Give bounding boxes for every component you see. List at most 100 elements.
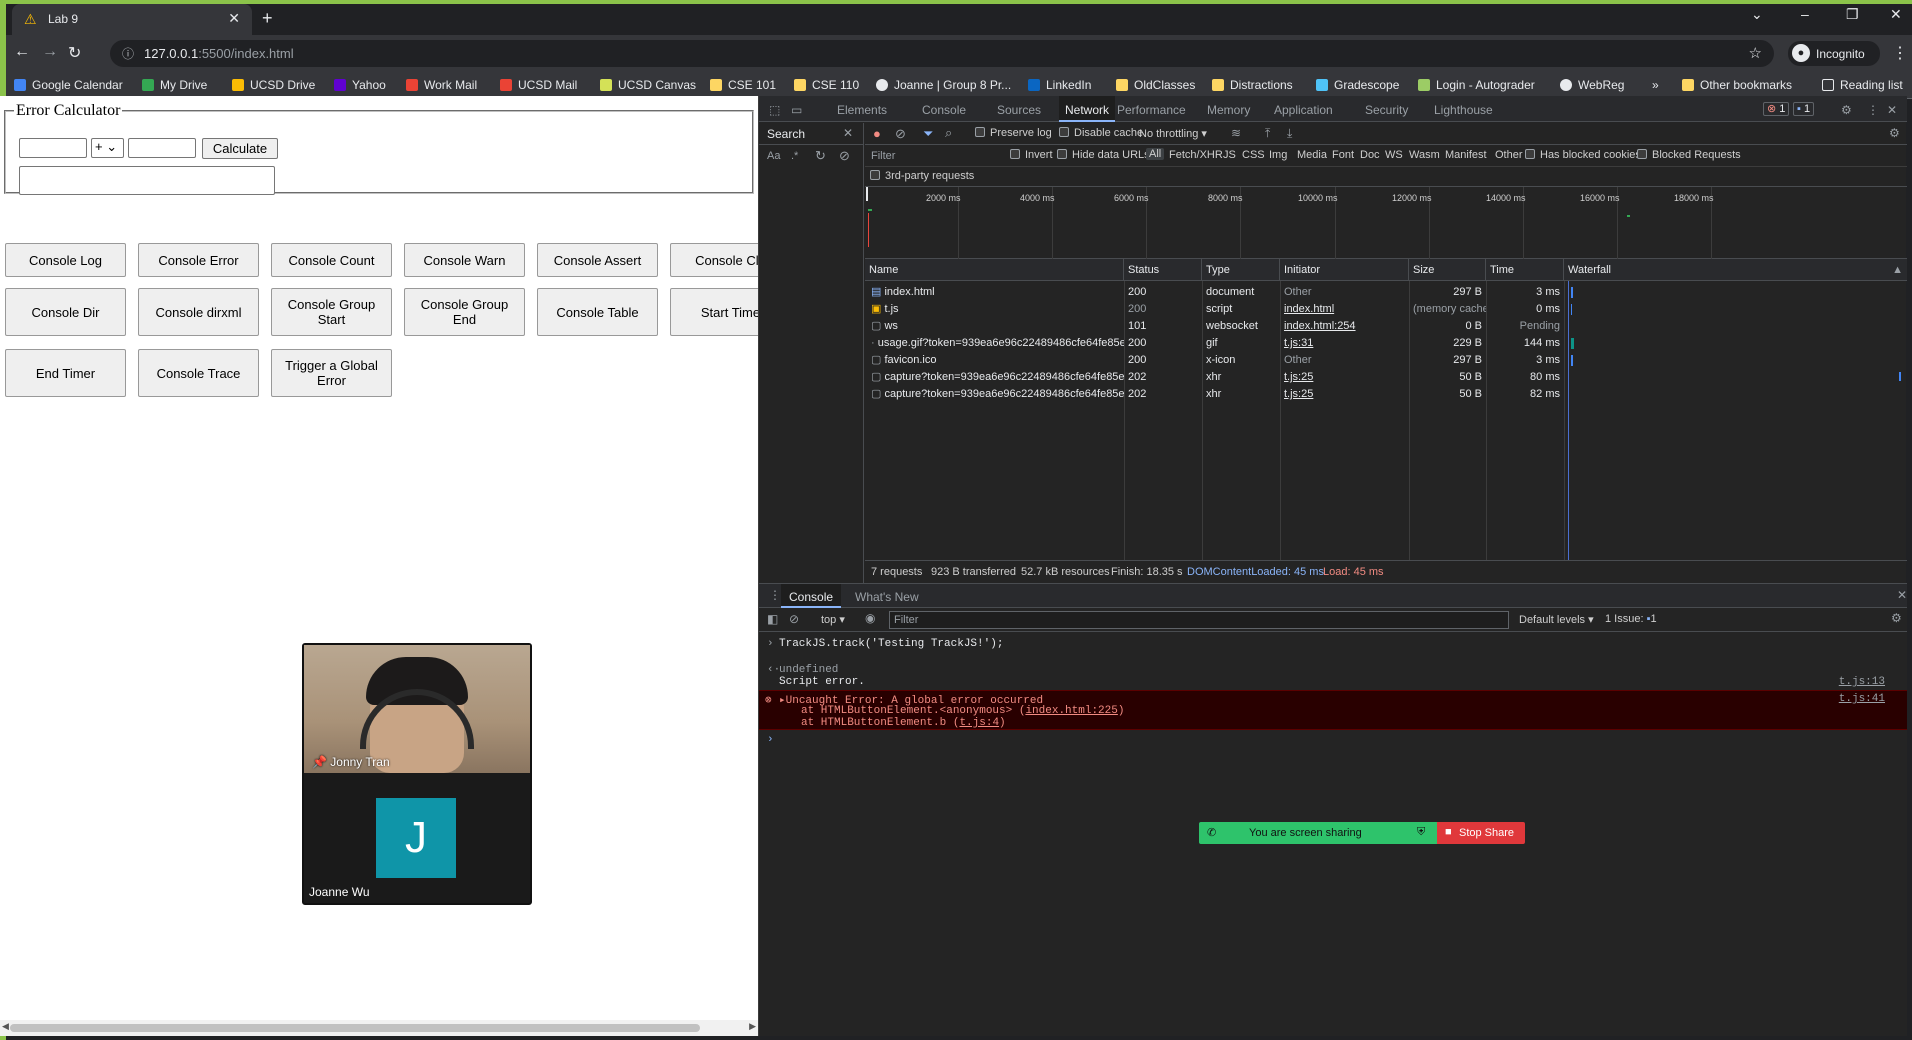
browser-tab[interactable]: ⚠ Lab 9 ✕: [12, 4, 252, 35]
table-row[interactable]: · usage.gif?token=939ea6e96c22489486cfe6…: [865, 335, 1907, 352]
devtools-menu-icon[interactable]: ⋮: [1867, 103, 1879, 117]
col-size[interactable]: Size: [1409, 259, 1486, 281]
settings-gear-icon[interactable]: ⚙: [1841, 103, 1852, 117]
drawer-tab-console[interactable]: Console: [781, 584, 842, 608]
import-har-icon[interactable]: ⤒: [1265, 126, 1270, 141]
scroll-left-icon[interactable]: ◀: [2, 1021, 9, 1032]
disable-cache-checkbox[interactable]: Disable cache: [1059, 127, 1143, 139]
request-initiator-link[interactable]: index.html:254: [1280, 318, 1409, 335]
restore-icon[interactable]: ❐: [1846, 6, 1859, 23]
preserve-log-checkbox[interactable]: Preserve log: [975, 127, 1052, 139]
second-number-input[interactable]: [128, 138, 196, 158]
type-filter-img[interactable]: Img: [1269, 149, 1287, 161]
tab-network[interactable]: Network: [1059, 96, 1116, 122]
console-filter-input[interactable]: Filter: [889, 611, 1509, 629]
console-settings-icon[interactable]: ⚙: [1891, 611, 1902, 625]
trigger-global-error-button[interactable]: Trigger a Global Error: [271, 349, 392, 397]
error-source-link[interactable]: t.js:41: [1839, 693, 1885, 705]
console-count-button[interactable]: Console Count: [271, 243, 392, 277]
incognito-indicator[interactable]: ● Incognito: [1788, 41, 1880, 66]
bookmark-folder[interactable]: OldClasses: [1116, 78, 1195, 92]
console-source-link[interactable]: t.js:13: [1839, 676, 1885, 688]
message-count-badge[interactable]: ▪ 1: [1793, 102, 1815, 116]
type-filter-all[interactable]: All: [1146, 148, 1165, 160]
bookmark-item[interactable]: My Drive: [142, 78, 207, 92]
more-bookmarks-icon[interactable]: »: [1652, 78, 1659, 92]
type-filter-wasm[interactable]: Wasm: [1409, 149, 1440, 161]
forward-icon[interactable]: →: [42, 43, 58, 61]
tab-memory[interactable]: Memory: [1207, 103, 1250, 117]
bookmark-item[interactable]: UCSD Drive: [232, 78, 315, 92]
device-toolbar-icon[interactable]: ▭: [791, 103, 802, 117]
match-case-icon[interactable]: Aa: [767, 150, 780, 162]
reading-list[interactable]: Reading list: [1822, 78, 1903, 92]
table-row[interactable]: ▢ ws 101 websocket index.html:254 0 B Pe…: [865, 318, 1907, 335]
tab-lighthouse[interactable]: Lighthouse: [1434, 103, 1493, 117]
video-call-overlay[interactable]: 📌 Jonny Tran J Joanne Wu: [302, 643, 532, 905]
type-filter-js[interactable]: JS: [1223, 149, 1236, 161]
tab-elements[interactable]: Elements: [837, 103, 887, 117]
console-group-start-button[interactable]: Console Group Start: [271, 288, 392, 336]
request-initiator-link[interactable]: t.js:25: [1280, 386, 1409, 403]
bookmark-folder[interactable]: Distractions: [1212, 78, 1293, 92]
third-party-checkbox[interactable]: 3rd-party requests: [870, 170, 974, 182]
clear-icon[interactable]: ⊘: [895, 126, 906, 142]
bookmark-item[interactable]: Joanne | Group 8 Pr...: [876, 78, 1011, 92]
menu-icon[interactable]: ⋮: [1892, 43, 1908, 63]
address-bar[interactable]: ⓘ 127.0.0.1:5500/index.html ☆: [110, 40, 1774, 67]
col-name[interactable]: Name: [865, 259, 1124, 281]
bookmark-item[interactable]: LinkedIn: [1028, 78, 1091, 92]
type-filter-css[interactable]: CSS: [1242, 149, 1265, 161]
context-select[interactable]: top ▾: [821, 613, 845, 626]
table-row[interactable]: ▢ favicon.ico 200 x-icon Other 297 B 3 m…: [865, 352, 1907, 369]
col-status[interactable]: Status: [1124, 259, 1202, 281]
type-filter-media[interactable]: Media: [1297, 149, 1327, 161]
console-log-button[interactable]: Console Log: [5, 243, 126, 277]
live-expression-eye-icon[interactable]: ◉: [865, 611, 875, 625]
bookmark-item[interactable]: Yahoo: [334, 78, 386, 92]
scrollbar-thumb[interactable]: [10, 1024, 700, 1032]
calculate-button[interactable]: Calculate: [202, 138, 278, 159]
scroll-right-icon[interactable]: ▶: [749, 1021, 756, 1032]
close-search-icon[interactable]: ✕: [843, 126, 853, 140]
type-filter-manifest[interactable]: Manifest: [1445, 149, 1487, 161]
type-filter-ws[interactable]: WS: [1385, 149, 1403, 161]
refresh-search-icon[interactable]: ↻: [815, 148, 826, 164]
console-table-button[interactable]: Console Table: [537, 288, 658, 336]
reload-icon[interactable]: ↻: [68, 43, 81, 63]
minimize-icon[interactable]: –: [1801, 6, 1809, 22]
close-drawer-icon[interactable]: ✕: [1897, 588, 1907, 602]
request-initiator-link[interactable]: t.js:31: [1280, 335, 1409, 352]
search-icon[interactable]: ⌕: [945, 125, 952, 141]
bookmark-star-icon[interactable]: ☆: [1749, 44, 1762, 62]
bookmark-item[interactable]: UCSD Canvas: [600, 78, 696, 92]
bookmark-item[interactable]: Login - Autograder: [1418, 78, 1535, 92]
close-devtools-icon[interactable]: ✕: [1887, 103, 1897, 117]
inspect-element-icon[interactable]: ⬚: [769, 103, 780, 117]
has-blocked-cookies-checkbox[interactable]: Has blocked cookies: [1525, 149, 1641, 161]
record-icon[interactable]: ●: [873, 126, 881, 141]
clear-search-icon[interactable]: ⊘: [839, 148, 850, 164]
console-group-end-button[interactable]: Console Group End: [404, 288, 525, 336]
end-timer-button[interactable]: End Timer: [5, 349, 126, 397]
console-dirxml-button[interactable]: Console dirxml: [138, 288, 259, 336]
info-icon[interactable]: ⓘ: [122, 45, 134, 62]
bookmark-folder[interactable]: CSE 101: [710, 78, 776, 92]
table-row[interactable]: ▢ capture?token=939ea6e96c22489486cfe64f…: [865, 369, 1907, 386]
bookmark-item[interactable]: UCSD Mail: [500, 78, 577, 92]
table-row[interactable]: ▣ t.js 200 script index.html (memory cac…: [865, 301, 1907, 318]
export-har-icon[interactable]: ⤓: [1287, 126, 1292, 141]
network-conditions-icon[interactable]: ≋: [1231, 126, 1241, 140]
new-tab-icon[interactable]: +: [262, 8, 273, 29]
network-settings-icon[interactable]: ⚙: [1889, 126, 1900, 140]
type-filter-other[interactable]: Other: [1495, 149, 1523, 161]
tab-performance[interactable]: Performance: [1117, 103, 1186, 117]
console-warn-button[interactable]: Console Warn: [404, 243, 525, 277]
tab-console[interactable]: Console: [922, 103, 966, 117]
request-initiator-link[interactable]: index.html: [1280, 301, 1409, 318]
clear-console-icon[interactable]: ⊘: [789, 612, 799, 626]
horizontal-scrollbar[interactable]: ◀ ▶: [0, 1020, 758, 1036]
invert-checkbox[interactable]: Invert: [1010, 149, 1053, 161]
console-trace-button[interactable]: Console Trace: [138, 349, 259, 397]
stop-share-button[interactable]: ■ Stop Share: [1437, 822, 1525, 844]
